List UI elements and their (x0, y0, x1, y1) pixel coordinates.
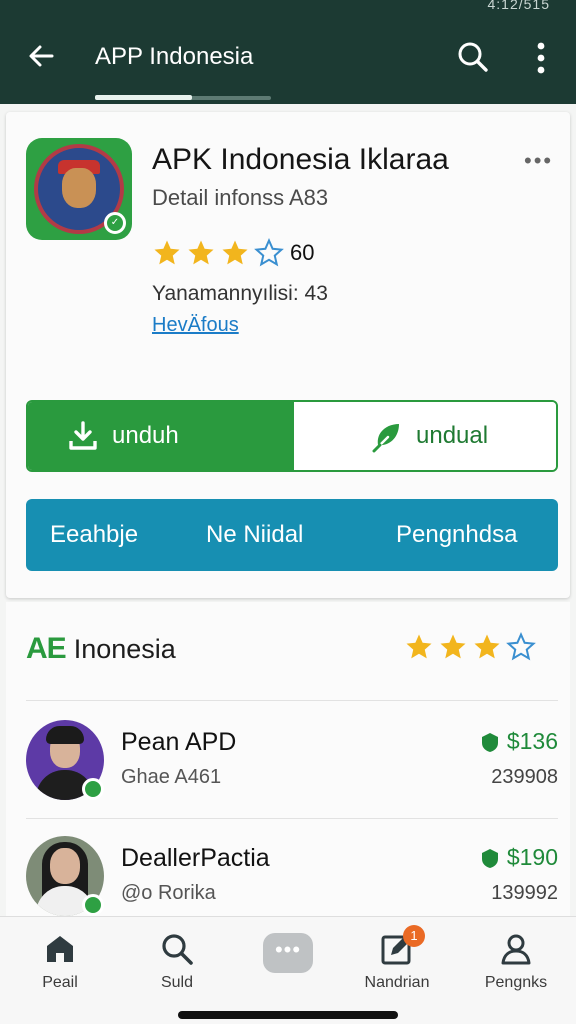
list-item-count: 139992 (491, 882, 558, 904)
leaf-icon (372, 424, 399, 453)
search-icon (162, 934, 193, 965)
app-icon-face (62, 168, 96, 208)
list-item-price: $136 (479, 728, 558, 755)
segment-option[interactable]: Ne Niidal (206, 521, 303, 549)
star-filled-icon (440, 634, 466, 659)
search-button[interactable] (454, 38, 492, 76)
nav-label: Pengnks (484, 974, 548, 991)
home-indicator[interactable] (178, 1011, 398, 1019)
shield-icon (481, 732, 498, 752)
action-button-group: unduh undual (26, 400, 558, 472)
rating-stars (152, 238, 288, 268)
arrow-left-icon (29, 45, 54, 67)
nav-item-more[interactable]: ••• (238, 931, 338, 973)
page-title: APP Indonesia (95, 43, 254, 70)
section-rating-stars (404, 632, 540, 662)
list-item-handle: @o Rorika (121, 882, 216, 904)
app-subtitle: Detail infonss A83 (152, 185, 329, 210)
nav-item-home[interactable]: Peail (10, 931, 110, 992)
section-brand: AE (26, 632, 67, 665)
secondary-action-button[interactable]: undual (294, 402, 556, 470)
app-bar: 4:12/515 APP Indonesia (0, 0, 576, 104)
list-item[interactable]: Pean APD Ghae A461 $136 239908 (26, 720, 558, 816)
online-badge-icon (82, 894, 104, 916)
download-button[interactable]: unduh (28, 402, 294, 470)
list-item-price-value: $190 (506, 844, 558, 870)
nav-item-profile[interactable]: Pengnks (466, 931, 566, 992)
star-outline-icon (506, 632, 536, 661)
segment-option[interactable]: Eeahbje (50, 521, 138, 549)
star-filled-icon (188, 240, 214, 265)
shield-icon (481, 848, 498, 868)
app-icon[interactable]: ✓ (26, 138, 132, 240)
section-title-text: Inonesia (73, 633, 176, 664)
nav-label: Suld (160, 974, 194, 991)
home-icon (47, 936, 73, 962)
list-item-price-value: $136 (506, 728, 558, 754)
list-item-price: $190 (479, 844, 558, 871)
status-text: 4:12/515 (487, 0, 550, 12)
back-button[interactable] (24, 38, 60, 74)
rating-row: 60 (152, 238, 314, 268)
secondary-action-label: undual (416, 422, 489, 449)
avatar-hair (46, 726, 84, 744)
details-link[interactable]: HevÄfous (152, 314, 239, 337)
more-icon: ••• (263, 933, 313, 973)
online-badge-icon (82, 778, 104, 800)
divider (26, 700, 558, 701)
meta-line: Yanamannyılisi: 43 (152, 282, 328, 305)
star-filled-icon (406, 634, 432, 659)
nav-label: Nandrian (364, 974, 430, 991)
segmented-control: Eeahbje Ne Niidal Pengnhdsa (26, 499, 558, 571)
download-icon (69, 421, 97, 450)
list-item-name: Pean APD (121, 728, 237, 756)
list-item-count: 239908 (491, 766, 558, 788)
section-title: AE Inonesia (26, 632, 176, 666)
nav-label: Peail (42, 974, 78, 991)
star-outline-icon (254, 238, 284, 267)
card-more-icon[interactable]: ••• (524, 148, 553, 174)
person-icon (501, 934, 531, 965)
list-item-name: DeallerPactia (121, 844, 270, 872)
verified-badge-icon: ✓ (104, 212, 126, 234)
bottom-navigation: Peail Suld ••• 1 Nandrian Pengnks (0, 916, 576, 1024)
list-item-handle: Ghae A461 (121, 766, 222, 788)
segment-option[interactable]: Pengnhdsa (396, 521, 517, 549)
star-filled-icon (154, 240, 180, 265)
search-icon (458, 42, 488, 72)
avatar-head (50, 848, 80, 884)
tab-indicator (95, 95, 192, 100)
notification-badge: 1 (403, 925, 425, 947)
download-button-label: unduh (112, 422, 179, 449)
rating-count: 60 (290, 240, 315, 265)
more-vertical-icon (537, 42, 545, 74)
app-name: APK Indonesia Iklaraa (152, 143, 449, 176)
nav-item-notes[interactable]: 1 Nandrian (347, 925, 447, 992)
star-filled-icon (474, 634, 500, 659)
nav-item-search[interactable]: Suld (127, 931, 227, 992)
overflow-menu-button[interactable] (526, 38, 556, 78)
divider (26, 818, 558, 819)
star-filled-icon (222, 240, 248, 265)
